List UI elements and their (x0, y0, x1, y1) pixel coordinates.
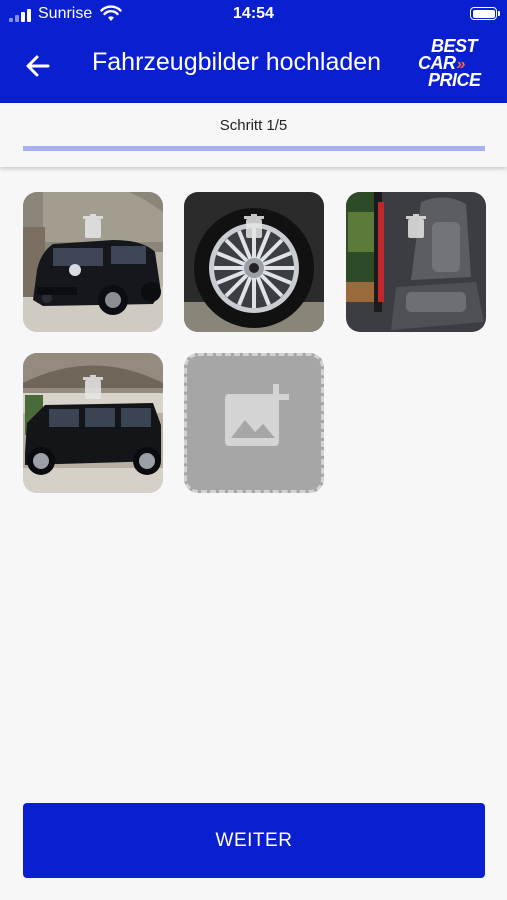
arrow-left-icon (26, 55, 50, 77)
battery-icon (470, 7, 500, 20)
trash-icon[interactable] (83, 214, 103, 238)
status-time: 14:54 (233, 5, 274, 22)
car-side-photo (23, 353, 163, 493)
trash-icon[interactable] (244, 214, 264, 238)
continue-button[interactable]: WEITER (23, 803, 485, 878)
photo-thumbnail-seat[interactable] (346, 192, 486, 332)
trash-icon[interactable] (83, 375, 103, 399)
add-photo-button[interactable] (184, 353, 324, 493)
app-header: Sunrise 14:54 Fahrzeugbilder hochladen B… (0, 0, 507, 103)
add-photo-icon (225, 384, 289, 446)
wheel-photo (184, 192, 324, 332)
step-indicator: Schritt 1/5 (0, 103, 507, 167)
photo-thumbnail-car-front[interactable] (23, 192, 163, 332)
page-title: Fahrzeugbilder hochladen (92, 48, 382, 76)
car-front-photo (23, 192, 163, 332)
seat-photo (346, 192, 486, 332)
photo-thumbnail-car-side[interactable] (23, 353, 163, 493)
brand-logo: BEST CAR» PRICE (418, 36, 481, 90)
photo-thumbnail-wheel[interactable] (184, 192, 324, 332)
trash-icon[interactable] (406, 214, 426, 238)
progress-track (23, 146, 485, 151)
progress-bar (23, 146, 116, 151)
back-button[interactable] (22, 50, 54, 82)
step-label: Schritt 1/5 (219, 117, 288, 134)
status-bar: Sunrise 14:54 (0, 0, 507, 30)
